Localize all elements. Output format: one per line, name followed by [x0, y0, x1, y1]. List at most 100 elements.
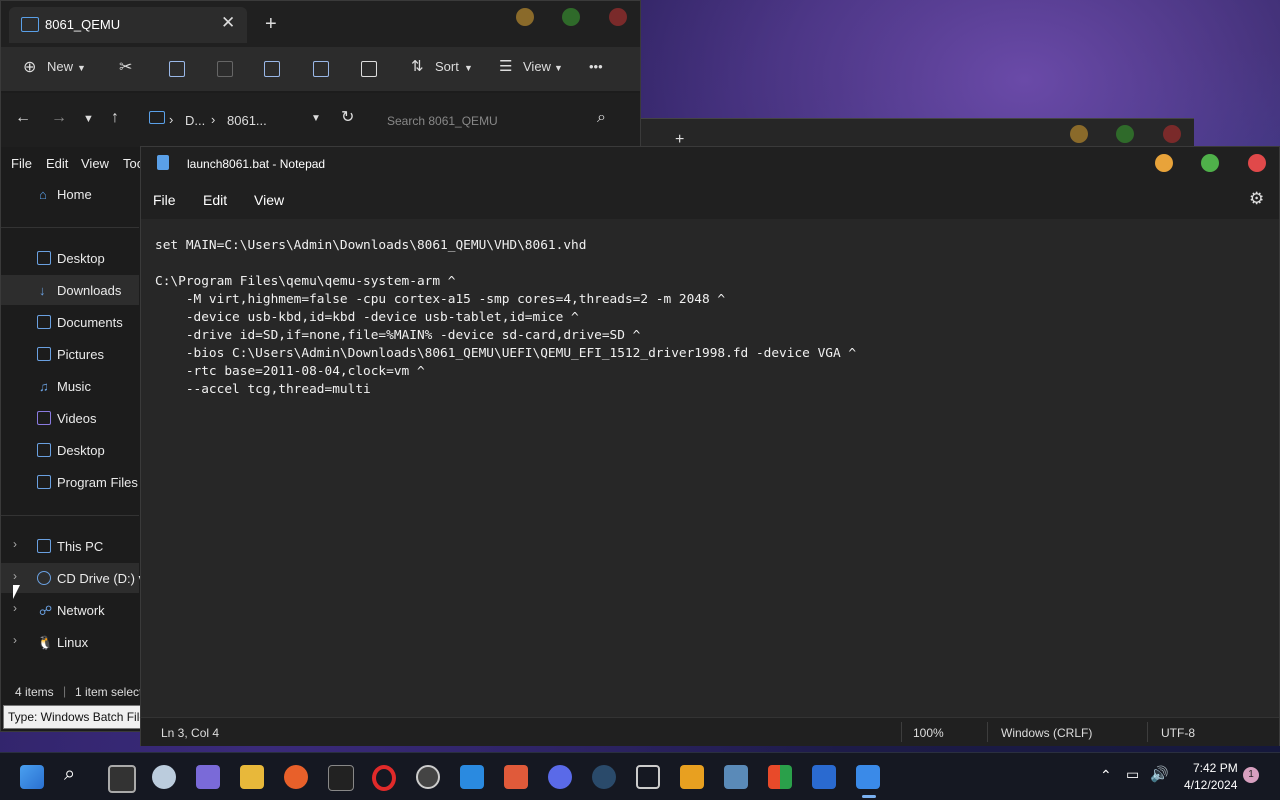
menu-file[interactable]: File [153, 192, 176, 208]
sort-icon[interactable]: ⇅ [411, 57, 424, 75]
notification-badge[interactable]: 1 [1243, 767, 1259, 783]
opera-icon[interactable] [372, 765, 396, 791]
steam-icon[interactable] [592, 765, 616, 789]
menu-view[interactable]: View [254, 192, 284, 208]
sidebar-item-music[interactable]: ♫ Music [1, 371, 139, 401]
menu-edit[interactable]: Edit [46, 156, 68, 171]
recent-chevron-icon[interactable]: ▼ [83, 113, 94, 125]
search-icon[interactable]: ⌕ [64, 763, 88, 787]
file-explorer-icon[interactable] [240, 765, 264, 789]
chevron-right-icon[interactable]: › [13, 601, 17, 615]
new-button[interactable]: New [47, 59, 73, 74]
forward-arrow-icon[interactable]: → [51, 109, 67, 127]
store-icon[interactable] [768, 765, 792, 789]
close-button[interactable] [1163, 125, 1181, 143]
sort-button[interactable]: Sort [435, 59, 459, 74]
chevron-right-icon[interactable]: › [13, 633, 17, 647]
share-icon[interactable] [313, 61, 329, 77]
virtualbox-icon[interactable] [636, 765, 660, 789]
divider [901, 722, 902, 742]
sidebar-item-videos[interactable]: Videos [1, 403, 139, 433]
explorer-tab[interactable]: 8061_QEMU ✕ [9, 7, 247, 43]
new-icon[interactable]: ⊕ [23, 57, 36, 77]
chevron-down-icon[interactable]: ▼ [77, 63, 86, 73]
sidebar-item-desktop[interactable]: Desktop [1, 243, 139, 273]
breadcrumb-item[interactable]: D... [185, 113, 205, 128]
maximize-button[interactable] [1116, 125, 1134, 143]
minimize-button[interactable] [1155, 154, 1173, 172]
zoom-level[interactable]: 100% [913, 726, 944, 740]
firefox-icon[interactable] [284, 765, 308, 789]
clock-time[interactable]: 7:42 PM [1193, 761, 1238, 775]
chevron-up-icon[interactable]: ⌃ [1100, 767, 1112, 784]
network-icon[interactable]: ▭ [1126, 766, 1139, 783]
widgets-icon[interactable] [152, 765, 176, 789]
discord-icon[interactable] [548, 765, 572, 789]
clock-date[interactable]: 4/12/2024 [1184, 778, 1237, 792]
delete-icon[interactable] [361, 61, 377, 77]
chevron-down-icon[interactable]: ▼ [311, 113, 321, 124]
sidebar-item-pictures[interactable]: Pictures [1, 339, 139, 369]
breadcrumb[interactable]: › D... › 8061... ▼ [145, 105, 331, 135]
powershell-icon[interactable] [812, 765, 836, 789]
chat-icon[interactable] [196, 765, 220, 789]
menu-edit[interactable]: Edit [203, 192, 227, 208]
sidebar-item-this-pc[interactable]: › This PC [1, 531, 139, 561]
notepad-title-bar[interactable]: launch8061.bat - Notepad [141, 147, 1279, 181]
divider [1, 227, 139, 228]
menu-file[interactable]: File [11, 156, 32, 171]
vscode-icon[interactable] [460, 765, 484, 789]
close-tab-icon[interactable]: ✕ [221, 13, 235, 33]
search-input[interactable]: Search 8061_QEMU ⌕ [375, 105, 625, 135]
paste-icon[interactable] [217, 61, 233, 77]
sidebar-item-desktop-2[interactable]: Desktop [1, 435, 139, 465]
background-window[interactable]: + [639, 118, 1194, 149]
gear-icon[interactable]: ⚙ [1249, 189, 1264, 209]
volume-icon[interactable]: 🔊 [1150, 765, 1169, 783]
filezilla-icon[interactable] [680, 765, 704, 789]
close-button[interactable] [609, 8, 627, 26]
sidebar-item-cd-drive[interactable]: › CD Drive (D:) vir [1, 563, 152, 593]
minimize-button[interactable] [1070, 125, 1088, 143]
view-icon[interactable]: ☰ [499, 57, 512, 75]
sidebar-item-network[interactable]: › ☍ Network [1, 595, 139, 625]
copy-icon[interactable] [169, 61, 185, 77]
close-button[interactable] [1248, 154, 1266, 172]
sidequest-icon[interactable] [504, 765, 528, 789]
text-editor-area[interactable]: set MAIN=C:\Users\Admin\Downloads\8061_Q… [155, 237, 856, 399]
cut-icon[interactable]: ✂ [119, 57, 132, 77]
address-bar-row: ← → ▼ ↑ › D... › 8061... ▼ ↻ Search 8061… [1, 93, 640, 147]
chevron-right-icon[interactable]: › [13, 569, 17, 583]
maximize-button[interactable] [1201, 154, 1219, 172]
search-icon[interactable]: ⌕ [597, 109, 606, 127]
task-view-icon[interactable] [108, 765, 136, 793]
cursor-position: Ln 3, Col 4 [161, 726, 220, 740]
terminal-icon[interactable] [328, 765, 354, 791]
line-ending[interactable]: Windows (CRLF) [1001, 726, 1092, 740]
refresh-icon[interactable]: ↻ [341, 107, 354, 127]
view-button[interactable]: View [523, 59, 551, 74]
back-arrow-icon[interactable]: ← [15, 109, 31, 127]
maximize-button[interactable] [562, 8, 580, 26]
notepad-icon[interactable] [856, 765, 880, 789]
pictures-icon [37, 347, 51, 361]
minimize-button[interactable] [516, 8, 534, 26]
obs-icon[interactable] [416, 765, 440, 789]
navigation-pane: ⌂ Home Desktop ↓ Downloads Documents Pict… [1, 179, 152, 679]
start-icon[interactable] [20, 765, 44, 789]
chevron-right-icon[interactable]: › [13, 537, 17, 551]
sidebar-item-home[interactable]: ⌂ Home [1, 179, 139, 209]
breadcrumb-item[interactable]: 8061... [227, 113, 267, 128]
sidebar-item-documents[interactable]: Documents [1, 307, 139, 337]
encoding[interactable]: UTF-8 [1161, 726, 1195, 740]
desktop-icon [37, 251, 51, 265]
new-tab-icon[interactable]: + [265, 13, 277, 36]
rename-icon[interactable] [264, 61, 280, 77]
resource-monitor-icon[interactable] [724, 765, 748, 789]
sidebar-item-program-files[interactable]: Program Files [1, 467, 139, 497]
more-options-button[interactable]: ••• [589, 59, 603, 74]
sidebar-item-linux[interactable]: › 🐧 Linux [1, 627, 139, 657]
up-arrow-icon[interactable]: ↑ [111, 109, 119, 127]
sidebar-item-downloads[interactable]: ↓ Downloads [1, 275, 139, 305]
menu-view[interactable]: View [81, 156, 109, 171]
